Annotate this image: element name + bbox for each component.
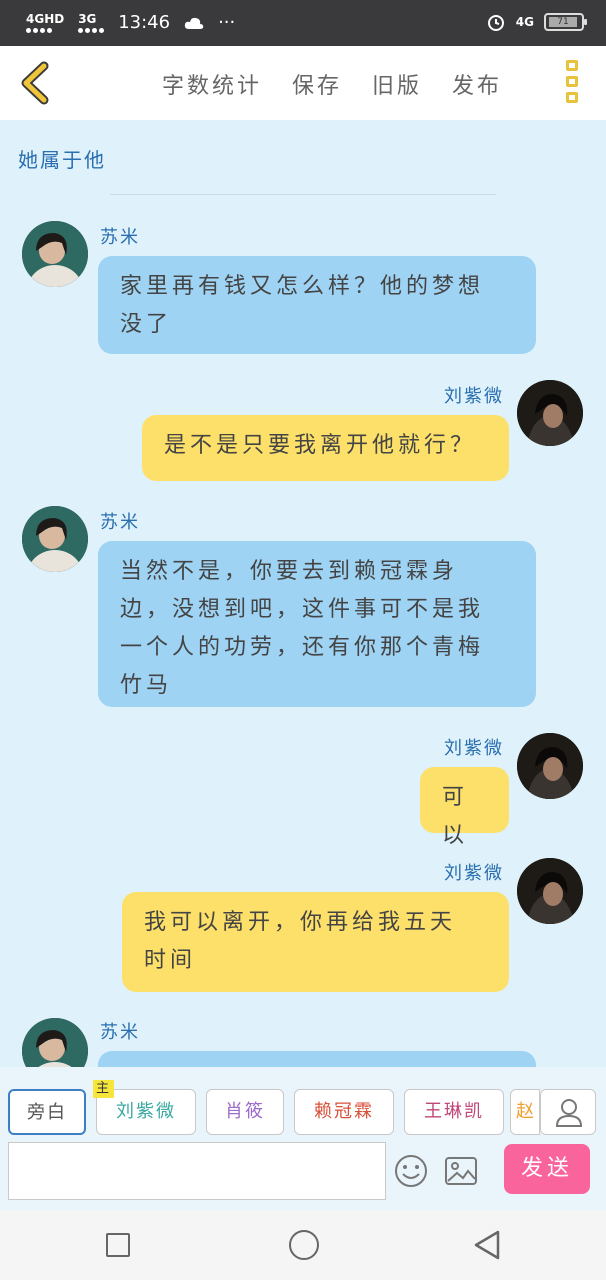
recent-apps-icon[interactable] [106,1233,130,1257]
word-count-button[interactable]: 字数统计 [162,68,262,100]
role-chip-xiaoxiao[interactable]: 肖筱 [206,1089,284,1135]
role-chip-partial[interactable]: 赵 [510,1089,540,1135]
composer: 旁白 主 刘紫微 肖筱 赖冠霖 王琳凯 赵 发送 [0,1067,606,1210]
divider [110,194,496,195]
top-toolbar: 字数统计 保存 旧版 发布 [0,46,606,120]
role-chip-wanglinkai[interactable]: 王琳凯 [404,1089,504,1135]
sender-name: 苏米 [100,227,140,248]
role-chip-laiguanlin[interactable]: 赖冠霖 [294,1089,394,1135]
back-arrow-icon[interactable] [14,60,54,106]
more-menu-icon[interactable] [566,60,580,103]
main-role-badge: 主 [93,1080,115,1098]
role-chip-narration[interactable]: 旁白 [8,1089,86,1135]
message-bubble[interactable] [98,1051,536,1067]
avatar-liuziwei[interactable] [517,733,583,799]
signal-sim2: 3G [78,13,105,33]
avatar-liuziwei[interactable] [517,858,583,924]
avatar-sumi[interactable] [22,1018,88,1067]
message-bubble[interactable]: 我可以离开，你再给我五天 时间 [122,892,509,992]
cloud-icon [184,17,204,29]
old-version-button[interactable]: 旧版 [372,68,422,100]
story-title: 她属于他 [18,148,106,172]
system-nav-bar [0,1210,606,1280]
publish-button[interactable]: 发布 [452,68,502,100]
message-bubble[interactable]: 可以 [420,767,509,848]
message-input[interactable] [8,1142,386,1200]
status-bar: 4GHD 3G 13:46 ··· 4G 71 [0,0,606,46]
sender-name: 刘紫微 [444,738,504,759]
send-button[interactable]: 发送 [504,1144,590,1194]
sender-name: 苏米 [100,1022,140,1043]
alarm-icon [487,15,504,31]
clock: 13:46 [118,12,171,33]
avatar-sumi[interactable] [22,506,88,572]
message-bubble[interactable]: 是不是只要我离开他就行？ [142,415,509,481]
home-icon[interactable] [289,1230,319,1260]
role-selector: 旁白 主 刘紫微 肖筱 赖冠霖 王琳凯 [8,1080,504,1135]
avatar-liuziwei[interactable] [517,380,583,446]
avatar-sumi[interactable] [22,221,88,287]
chat-area[interactable]: 她属于他 苏米 家里再有钱又怎么样？他的梦想 没了 刘紫微 是不是只要我离开他就… [0,120,606,1067]
battery-icon: 71 [544,13,587,31]
message-bubble[interactable]: 当然不是，你要去到赖冠霖身 边，没想到吧，这件事可不是我 一个人的功劳，还有你那… [98,541,536,707]
add-role-button[interactable] [540,1089,596,1135]
sender-name: 苏米 [100,512,140,533]
message-bubble[interactable]: 家里再有钱又怎么样？他的梦想 没了 [98,256,536,354]
role-chip-liuziwei[interactable]: 主 刘紫微 [93,1080,196,1135]
image-icon[interactable] [444,1156,478,1186]
emoji-icon[interactable] [394,1154,428,1188]
sender-name: 刘紫微 [444,386,504,407]
save-button[interactable]: 保存 [292,68,342,100]
network-4g: 4G [515,15,534,29]
signal-sim1: 4GHD [26,13,64,33]
nav-back-icon[interactable] [472,1229,502,1261]
more-status-icon: ··· [218,12,236,33]
sender-name: 刘紫微 [444,863,504,884]
user-icon [555,1099,583,1127]
